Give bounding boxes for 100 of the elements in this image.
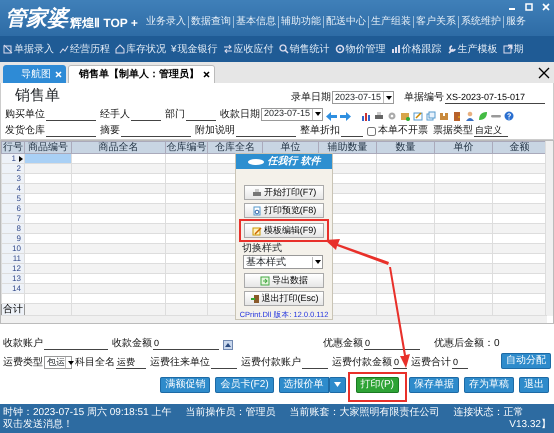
row-number[interactable]: 2 [2,164,24,174]
column-header[interactable]: 金额 [492,142,546,154]
person-icon[interactable] [465,110,475,120]
action-button[interactable]: 存为草稿 [464,377,514,393]
edit-icon [252,226,262,236]
field-label: 优惠金额 [323,338,363,350]
toolbar-item[interactable]: 销售统计 [290,42,330,56]
collapse-icon[interactable] [223,340,233,350]
menu-item[interactable]: 生产组装 [368,16,413,28]
box-icon[interactable] [439,110,449,120]
dialog-button[interactable]: 退出打印(Esc) [244,291,324,306]
leaf-icon[interactable] [478,110,488,120]
row-number[interactable]: 12 [2,264,24,274]
toolbar-item[interactable]: 生产模板 [458,42,498,56]
row-number[interactable]: 6 [2,204,24,214]
form-icon [3,44,13,54]
row-number[interactable]: 5 [2,194,24,204]
row-number[interactable]: 1 [2,154,24,164]
maximize-icon[interactable] [525,3,533,11]
action-button[interactable]: 退出 [519,377,549,393]
input-field[interactable]: 0 [452,357,468,369]
copy-icon[interactable] [426,110,436,120]
dialog-button[interactable]: 导出数据 [244,273,324,288]
left-arrow-icon[interactable] [326,112,337,120]
close-icon[interactable] [538,67,550,79]
row-number[interactable]: 10 [2,244,24,254]
column-header[interactable]: 单位 [262,142,318,154]
close-icon[interactable] [203,71,210,78]
dropdown-button[interactable] [328,377,346,393]
select-field[interactable]: 包运 [44,356,72,369]
dialog-button[interactable]: 开始打印(F7) [244,185,324,200]
column-header[interactable]: 数量 [376,142,434,154]
style-select[interactable]: 基本样式 [243,255,323,269]
column-header[interactable]: 辅助数量 [318,142,376,154]
row-number[interactable]: 3 [2,174,24,184]
input-field[interactable]: 自定义 [474,125,508,137]
toolbar-item[interactable]: 单据录入 [14,42,54,56]
toolbar-item[interactable]: 价格跟踪 [402,42,442,56]
column-header[interactable]: 商品全名 [72,142,166,154]
checkbox[interactable] [367,127,376,136]
row-number[interactable]: 14 [2,284,24,294]
help-icon[interactable] [504,110,514,120]
action-button[interactable]: 会员卡(F2) [215,377,274,393]
edit-icon[interactable] [413,110,423,120]
tab[interactable]: 销售单【制单人：管理员】 [68,65,215,83]
status-text: 时钟：2023-07-15 周六 09:18:51 上午 [3,406,172,418]
tab[interactable]: 导航图 [3,65,66,83]
toolbar-item[interactable]: 期 [514,42,524,56]
action-button[interactable]: 选报价单 [278,377,329,393]
exit-icon [250,294,260,304]
toolbar-item[interactable]: 库存状况 [126,42,166,56]
menu-item[interactable]: 系统维护 [458,16,503,28]
field-label: 票据类型 [433,125,473,137]
right-arrow-icon[interactable] [340,112,351,120]
menu-item[interactable]: 服务 [502,16,528,28]
menu-item[interactable]: 配送中心 [322,16,368,28]
bar-chart-icon[interactable] [361,110,371,120]
input-field[interactable]: 运费 [116,357,146,369]
menu-item[interactable]: 数据查询 [188,16,233,28]
vertical-scrollbar[interactable] [545,141,553,316]
checkbox-label: 本单不开票 [378,125,428,137]
house-icon [115,44,125,54]
toolbar-item[interactable]: 现金银行 [178,42,218,56]
row-number[interactable]: 8 [2,224,24,234]
column-header[interactable]: 商品编号 [24,142,72,154]
menu-item[interactable]: 客户关系 [412,16,458,28]
column-header[interactable]: 单价 [434,142,492,154]
toolbar-item[interactable]: 应收应付 [234,42,274,56]
door-icon[interactable] [452,110,462,120]
menu-item[interactable]: 辅助功能 [278,16,323,28]
box-icon[interactable] [400,110,410,120]
menu-item[interactable]: 业务录入 [144,16,188,28]
edition-text: 辉煌Ⅱ TOP + [70,16,138,31]
column-header[interactable]: 行号 [2,142,24,154]
toolbar-item[interactable]: 经营历程 [70,42,110,56]
action-button[interactable]: 保存单据 [409,377,459,393]
row-number[interactable]: 4 [2,184,24,194]
date-select[interactable]: 2023-07-15 [261,108,323,120]
exchange-icon [222,44,233,54]
column-header[interactable]: 仓库全名 [208,142,262,154]
printer-icon[interactable] [374,110,384,120]
auto-assign-button[interactable]: 自动分配 [501,353,551,369]
input-field[interactable]: 0 [153,338,219,350]
row-number[interactable]: 13 [2,274,24,284]
field-label: 部门 [165,108,185,120]
input-field[interactable]: XS-2023-07-15-017 [445,92,545,104]
export-icon [260,276,270,286]
date-select[interactable]: 2023-07-15 [332,91,394,104]
action-button[interactable]: 满额促销 [160,377,210,393]
column-header[interactable]: 仓库编号 [166,142,208,154]
field-label: 收款日期 [220,108,260,120]
row-number[interactable]: 9 [2,234,24,244]
dialog-button[interactable]: 模板编辑(F9) [244,223,324,238]
field-label: 运费类型 [3,357,43,369]
row-number[interactable]: 7 [2,214,24,224]
dialog-button[interactable]: 打印预览(F8) [244,203,324,218]
status-text: 双击发送消息！ [3,418,73,430]
row-number[interactable]: 11 [2,254,24,264]
menu-item[interactable]: 基本信息 [232,16,278,28]
toolbar-item[interactable]: 物价管理 [346,42,386,56]
